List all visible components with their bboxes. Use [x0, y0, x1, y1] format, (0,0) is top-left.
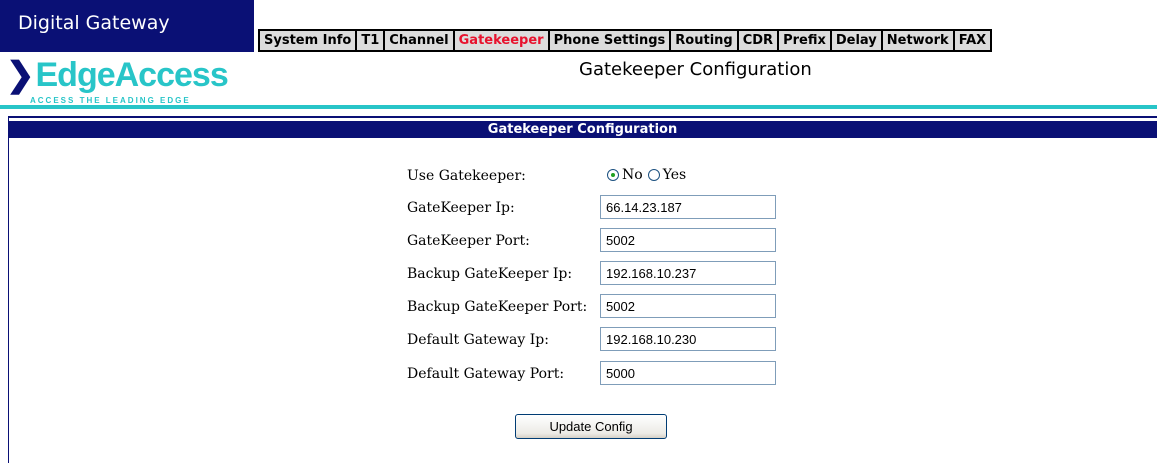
app-title: Digital Gateway: [18, 12, 170, 34]
edgeaccess-logo: ❯EdgeAccess: [6, 55, 229, 95]
app-title-bar: Digital Gateway: [0, 0, 254, 52]
radio-no-label: No: [622, 167, 643, 183]
radio-yes-label: Yes: [662, 167, 687, 183]
logo-text: EdgeAccess: [35, 56, 229, 94]
update-config-button[interactable]: Update Config: [515, 414, 667, 439]
default-gateway-ip-label: Default Gateway Ip:: [407, 332, 549, 348]
logo-chevron-icon: ❯: [6, 56, 34, 94]
backup-gatekeeper-ip-label: Backup GateKeeper Ip:: [407, 266, 573, 282]
default-gateway-port-input[interactable]: [600, 361, 776, 385]
logo-tagline: ACCESS THE LEADING EDGE: [30, 96, 191, 105]
backup-gatekeeper-port-label: Backup GateKeeper Port:: [407, 299, 588, 315]
config-panel: [8, 116, 1157, 463]
use-gatekeeper-label: Use Gatekeeper:: [407, 168, 526, 184]
tab-cdr[interactable]: CDR: [738, 31, 780, 50]
gatekeeper-port-input[interactable]: [600, 228, 776, 252]
tab-t1[interactable]: T1: [357, 31, 386, 50]
backup-gatekeeper-ip-input[interactable]: [600, 261, 776, 285]
gatekeeper-ip-input[interactable]: [600, 195, 776, 219]
tab-delay[interactable]: Delay: [831, 31, 883, 50]
tab-network[interactable]: Network: [882, 31, 955, 50]
use-gatekeeper-radio-group: No Yes: [607, 167, 691, 183]
gatekeeper-ip-label: GateKeeper Ip:: [407, 200, 515, 216]
default-gateway-port-label: Default Gateway Port:: [407, 366, 565, 382]
panel-header: Gatekeeper Configuration: [8, 121, 1157, 138]
tab-system-info[interactable]: System Info: [260, 31, 358, 50]
tab-channel[interactable]: Channel: [385, 31, 455, 50]
tab-routing[interactable]: Routing: [671, 31, 739, 50]
default-gateway-ip-input[interactable]: [600, 327, 776, 351]
backup-gatekeeper-port-input[interactable]: [600, 294, 776, 318]
radio-yes[interactable]: [647, 169, 660, 181]
tab-prefix[interactable]: Prefix: [779, 31, 832, 50]
main-nav: System Info T1 Channel Gatekeeper Phone …: [258, 29, 993, 52]
gatekeeper-port-label: GateKeeper Port:: [407, 233, 530, 249]
page-title: Gatekeeper Configuration: [579, 59, 812, 80]
tab-fax[interactable]: FAX: [954, 31, 991, 50]
tab-phone-settings[interactable]: Phone Settings: [549, 31, 672, 50]
header-divider: [0, 105, 1157, 109]
radio-no[interactable]: [607, 169, 619, 181]
tab-gatekeeper[interactable]: Gatekeeper: [454, 31, 550, 50]
header-brand-area: Digital Gateway ❯EdgeAccess ACCESS THE L…: [0, 0, 254, 118]
